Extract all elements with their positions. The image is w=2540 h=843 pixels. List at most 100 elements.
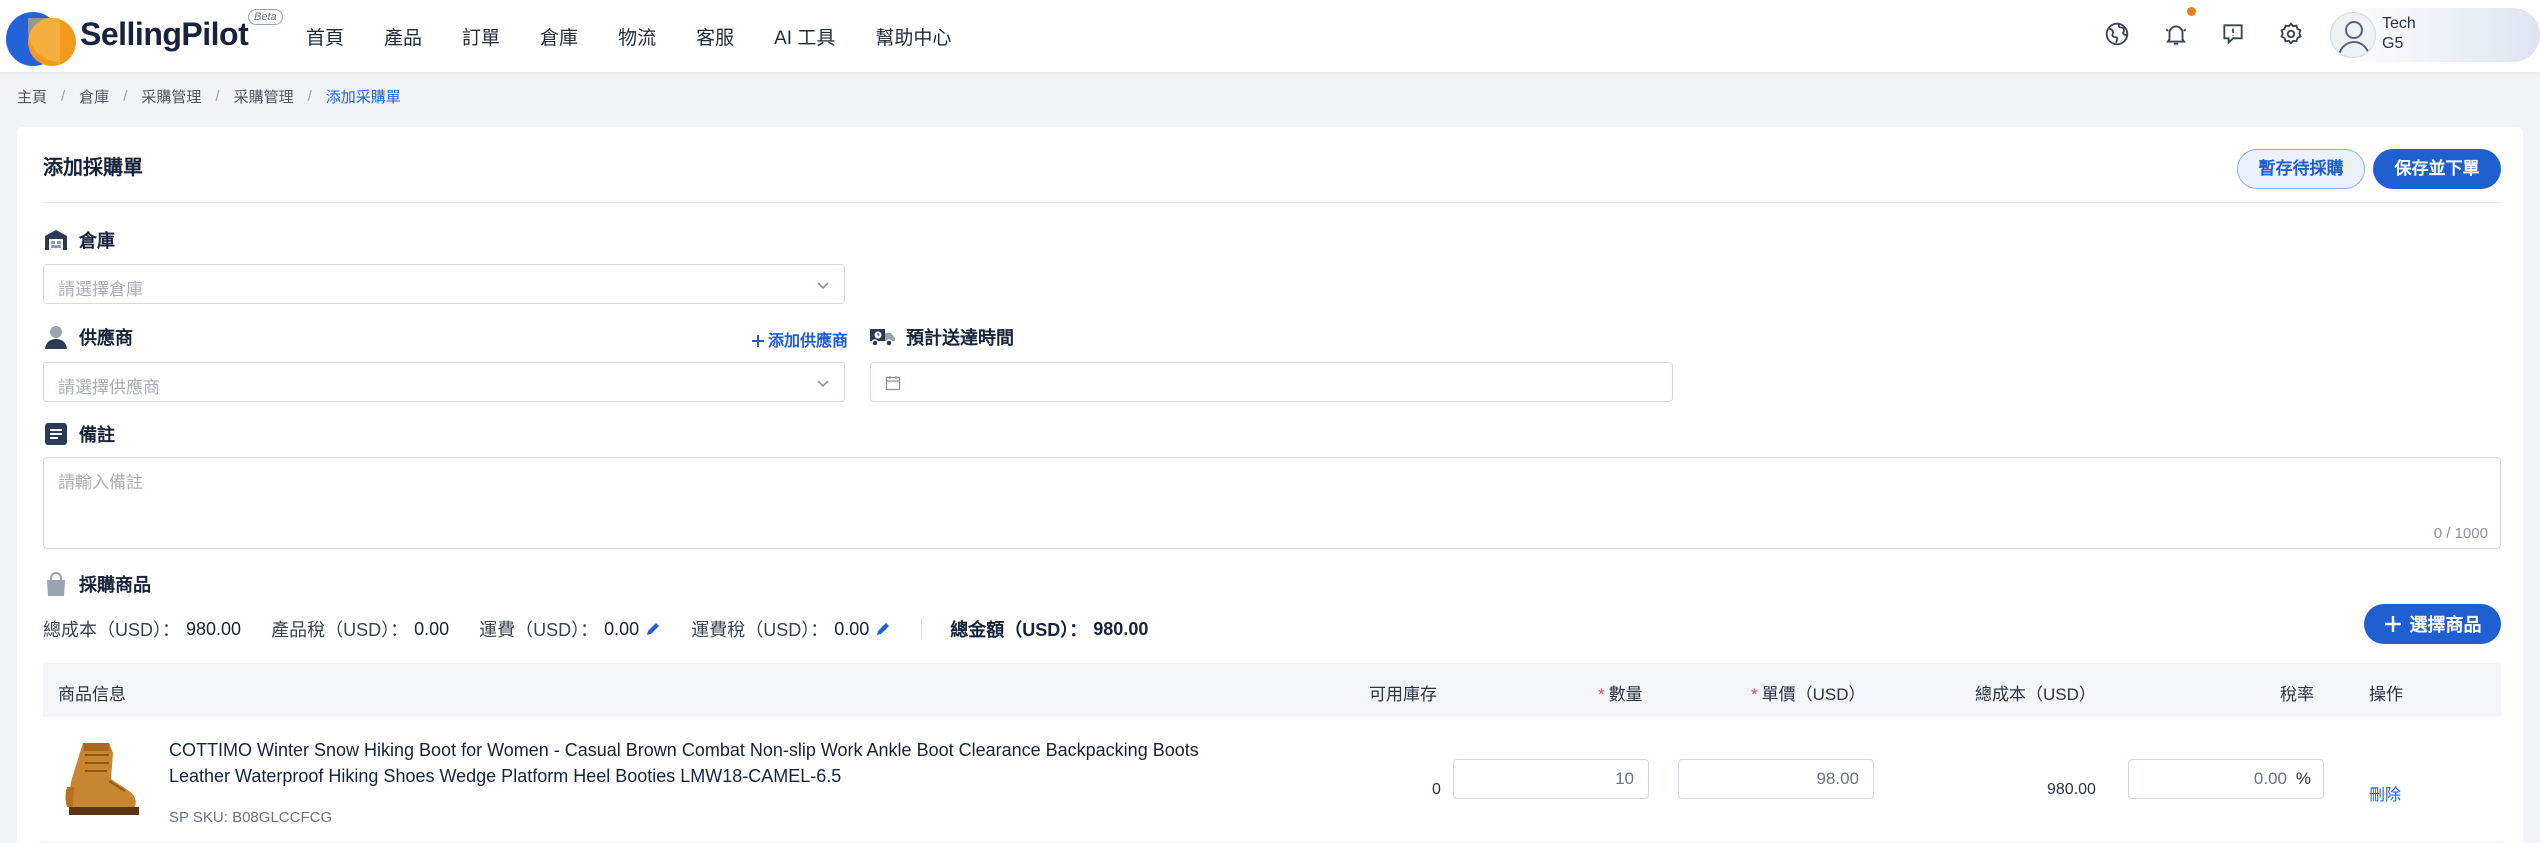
product-sku: SP SKU: B08GLCCFCG <box>169 809 333 826</box>
warehouse-select[interactable]: 請選擇倉庫 <box>43 264 845 304</box>
select-products-button[interactable]: 選擇商品 <box>2364 604 2501 644</box>
product-name: COTTIMO Winter Snow Hiking Boot for Wome… <box>169 740 1199 786</box>
nav-help-center[interactable]: 幫助中心 <box>875 23 951 50</box>
supplier-placeholder: 請選擇供應商 <box>58 378 160 397</box>
supplier-icon <box>43 324 69 350</box>
divider <box>921 618 923 640</box>
breadcrumb-home[interactable]: 主頁 <box>17 86 47 107</box>
supplier-label-text: 供應商 <box>79 328 133 348</box>
add-supplier-link[interactable]: 添加供應商 <box>752 327 848 351</box>
purchase-order-card: 添加採購單 暫存待採購 保存並下單 倉庫 請選擇倉庫 供應商 添加供應商 請選擇… <box>17 127 2523 843</box>
summary-shipping: 運費（USD）： 0.00 <box>479 616 661 642</box>
breadcrumb: 主頁 / 倉庫 / 采購管理 / 采購管理 / 添加采購單 <box>17 86 401 107</box>
breadcrumb-current: 添加采購單 <box>325 89 401 106</box>
eta-date-picker[interactable] <box>870 362 1673 402</box>
bell-icon[interactable] <box>2160 18 2192 50</box>
breadcrumb-separator: / <box>61 88 66 105</box>
nav-customer-service[interactable]: 客服 <box>696 23 734 50</box>
row-total-cost: 980.00 <box>2047 781 2096 798</box>
unit-price-input[interactable]: 98.00 <box>1678 759 1874 799</box>
breadcrumb-purchase-mgmt-sub[interactable]: 采購管理 <box>234 86 294 107</box>
user-menu[interactable]: Tech G5 <box>2326 8 2540 62</box>
total-value: 980.00 <box>1093 618 1149 639</box>
chevron-down-icon <box>816 278 830 297</box>
nav-orders[interactable]: 訂單 <box>462 23 500 50</box>
chevron-down-icon <box>816 376 830 395</box>
brand-name[interactable]: SellingPilot <box>80 16 249 53</box>
user-name: Tech G5 <box>2382 14 2416 54</box>
purchase-items-label: 採購商品 <box>43 571 151 597</box>
breadcrumb-warehouse[interactable]: 倉庫 <box>79 86 109 107</box>
available-stock-value: 0 <box>1432 781 1441 798</box>
plus-icon <box>752 335 764 347</box>
table-row: COTTIMO Winter Snow Hiking Boot for Wome… <box>43 717 2501 843</box>
purchase-items-label-text: 採購商品 <box>79 575 151 595</box>
col-unit-price: * 單價（USD） <box>1751 685 1866 704</box>
delete-row-link[interactable]: 刪除 <box>2369 781 2401 805</box>
summary-label: 總成本（USD）： <box>43 620 181 640</box>
summary-value: 980.00 <box>186 618 242 639</box>
total-label: 總金額（USD）： <box>950 620 1088 640</box>
avatar <box>2330 12 2376 58</box>
save-draft-button[interactable]: 暫存待採購 <box>2237 149 2365 189</box>
col-unit-price-text: 單價（USD） <box>1761 685 1866 704</box>
col-quantity-text: 數量 <box>1608 685 1643 704</box>
globe-icon[interactable] <box>2101 18 2133 50</box>
summary-value: 0.00 <box>604 618 640 639</box>
notification-dot <box>2187 7 2196 16</box>
breadcrumb-purchase-mgmt[interactable]: 采購管理 <box>141 86 201 107</box>
table-header: 商品信息 可用庫存 * 數量 * 單價（USD） 總成本（USD） 稅率 操作 <box>43 663 2501 717</box>
chat-icon[interactable] <box>2217 18 2249 50</box>
cost-summary: 總成本（USD）： 980.00 產品稅（USD）： 0.00 運費（USD）：… <box>43 617 1178 641</box>
breadcrumb-separator: / <box>215 88 220 105</box>
notes-placeholder: 請輸入備註 <box>58 473 143 492</box>
quantity-input[interactable]: 10 <box>1453 759 1649 799</box>
nav-warehouse[interactable]: 倉庫 <box>540 23 578 50</box>
col-product-info: 商品信息 <box>58 685 126 704</box>
plus-icon <box>2384 616 2401 632</box>
tax-rate-input[interactable]: 0.00 % <box>2128 759 2324 799</box>
summary-label: 產品稅（USD）： <box>271 620 409 640</box>
warehouse-icon <box>43 227 69 253</box>
brand-logo-icon[interactable] <box>6 8 76 68</box>
col-tax-rate: 稅率 <box>2280 685 2314 704</box>
nav-logistics[interactable]: 物流 <box>618 23 656 50</box>
divider <box>43 202 2501 203</box>
supplier-label: 供應商 <box>43 324 133 350</box>
warehouse-placeholder: 請選擇倉庫 <box>58 280 143 299</box>
eta-label: 預計送達時間 <box>870 324 1014 350</box>
supplier-select[interactable]: 請選擇供應商 <box>43 362 845 402</box>
notes-icon <box>43 421 69 447</box>
summary-label: 運費（USD）： <box>479 620 599 640</box>
edit-pencil-icon[interactable] <box>645 621 661 637</box>
tax-rate-value: 0.00 <box>2253 769 2287 788</box>
col-total-cost: 總成本（USD） <box>1975 685 2096 704</box>
nav-home[interactable]: 首頁 <box>306 23 344 50</box>
notes-char-counter: 0 / 1000 <box>2433 525 2488 542</box>
gear-icon[interactable] <box>2275 18 2307 50</box>
select-products-label: 選擇商品 <box>2409 615 2482 635</box>
top-navbar: SellingPilot Beta 首頁 產品 訂單 倉庫 物流 客服 AI 工… <box>0 0 2540 72</box>
calendar-icon <box>885 375 901 396</box>
col-actions: 操作 <box>2369 685 2403 704</box>
nav-ai-tools[interactable]: AI 工具 <box>774 23 835 50</box>
nav-products[interactable]: 產品 <box>384 23 422 50</box>
summary-grand-total: 總金額（USD）： 980.00 <box>950 616 1148 642</box>
summary-shipping-tax: 運費稅（USD）： 0.00 <box>691 616 891 642</box>
notes-textarea[interactable]: 請輸入備註 0 / 1000 <box>43 457 2501 549</box>
breadcrumb-separator: / <box>123 88 128 105</box>
summary-value: 0.00 <box>834 618 870 639</box>
delivery-truck-icon <box>870 324 896 350</box>
save-and-order-button[interactable]: 保存並下單 <box>2373 149 2501 189</box>
edit-pencil-icon[interactable] <box>875 621 891 637</box>
summary-value: 0.00 <box>414 618 450 639</box>
summary-total-cost: 總成本（USD）： 980.00 <box>43 616 241 642</box>
main-nav: 首頁 產品 訂單 倉庫 物流 客服 AI 工具 幫助中心 <box>306 0 991 72</box>
warehouse-label-text: 倉庫 <box>79 231 115 251</box>
add-supplier-label: 添加供應商 <box>768 333 849 350</box>
beta-badge: Beta <box>248 9 283 25</box>
notes-label: 備註 <box>43 421 115 447</box>
summary-label: 運費稅（USD）： <box>691 620 829 640</box>
col-quantity: * 數量 <box>1598 685 1643 704</box>
page-title: 添加採購單 <box>43 157 143 179</box>
